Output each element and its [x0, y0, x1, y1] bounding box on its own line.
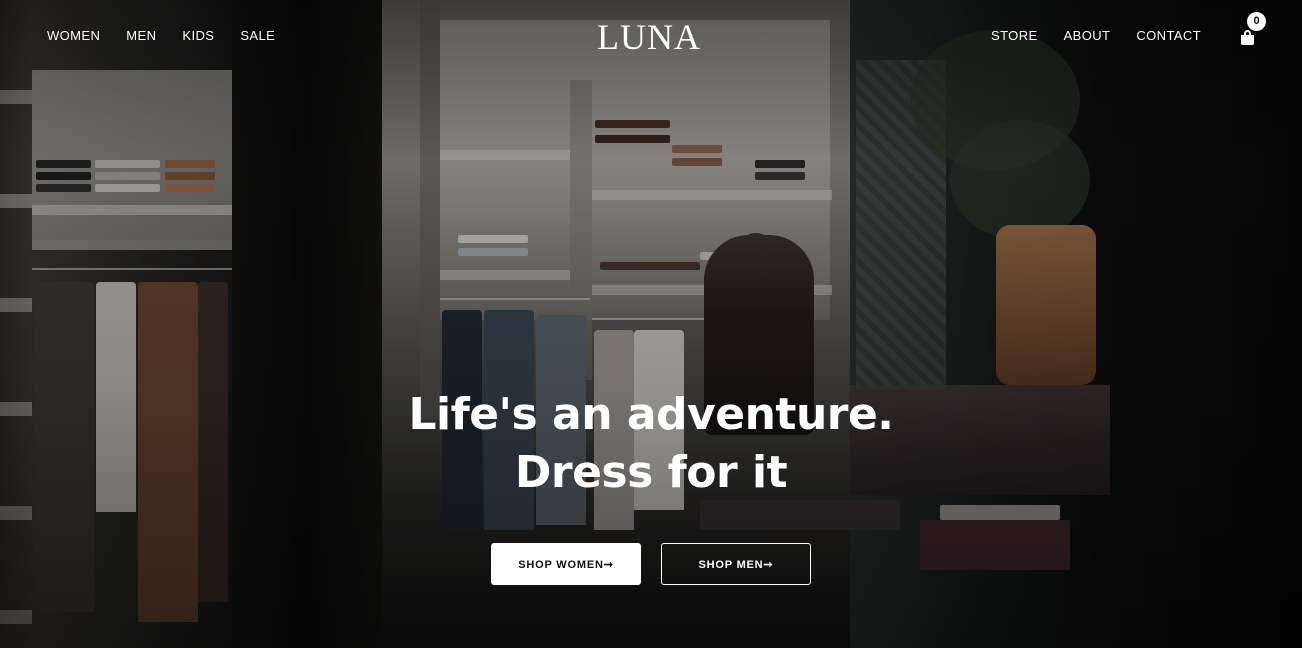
nav-link-contact[interactable]: CONTACT	[1136, 28, 1201, 43]
nav-link-men[interactable]: MEN	[126, 28, 156, 43]
shop-women-button[interactable]: SHOP WOMEN➞	[491, 543, 641, 585]
nav-left-links: WOMEN MEN KIDS SALE	[47, 28, 301, 43]
shop-men-button[interactable]: SHOP MEN➞	[661, 543, 811, 585]
cart-count-badge: 0	[1247, 12, 1266, 31]
hero-headline-line1: Life's an adventure.	[408, 389, 894, 440]
shopping-bag-icon[interactable]	[1239, 30, 1257, 46]
nav-link-store[interactable]: STORE	[991, 28, 1038, 43]
hero-headline-line2: Dress for it	[514, 447, 788, 498]
nav-link-sale[interactable]: SALE	[240, 28, 275, 43]
nav-link-about[interactable]: ABOUT	[1064, 28, 1111, 43]
top-navigation: WOMEN MEN KIDS SALE LUNA STORE ABOUT CON…	[0, 0, 1302, 72]
brand-logo[interactable]: LUNA	[597, 17, 701, 57]
nav-link-women[interactable]: WOMEN	[47, 28, 100, 43]
hero-headline: Life's an adventure. Dress for it	[0, 386, 1302, 502]
hero-section: WOMEN MEN KIDS SALE LUNA STORE ABOUT CON…	[0, 0, 1302, 648]
nav-link-kids[interactable]: KIDS	[182, 28, 214, 43]
nav-right-links: STORE ABOUT CONTACT	[991, 28, 1227, 43]
